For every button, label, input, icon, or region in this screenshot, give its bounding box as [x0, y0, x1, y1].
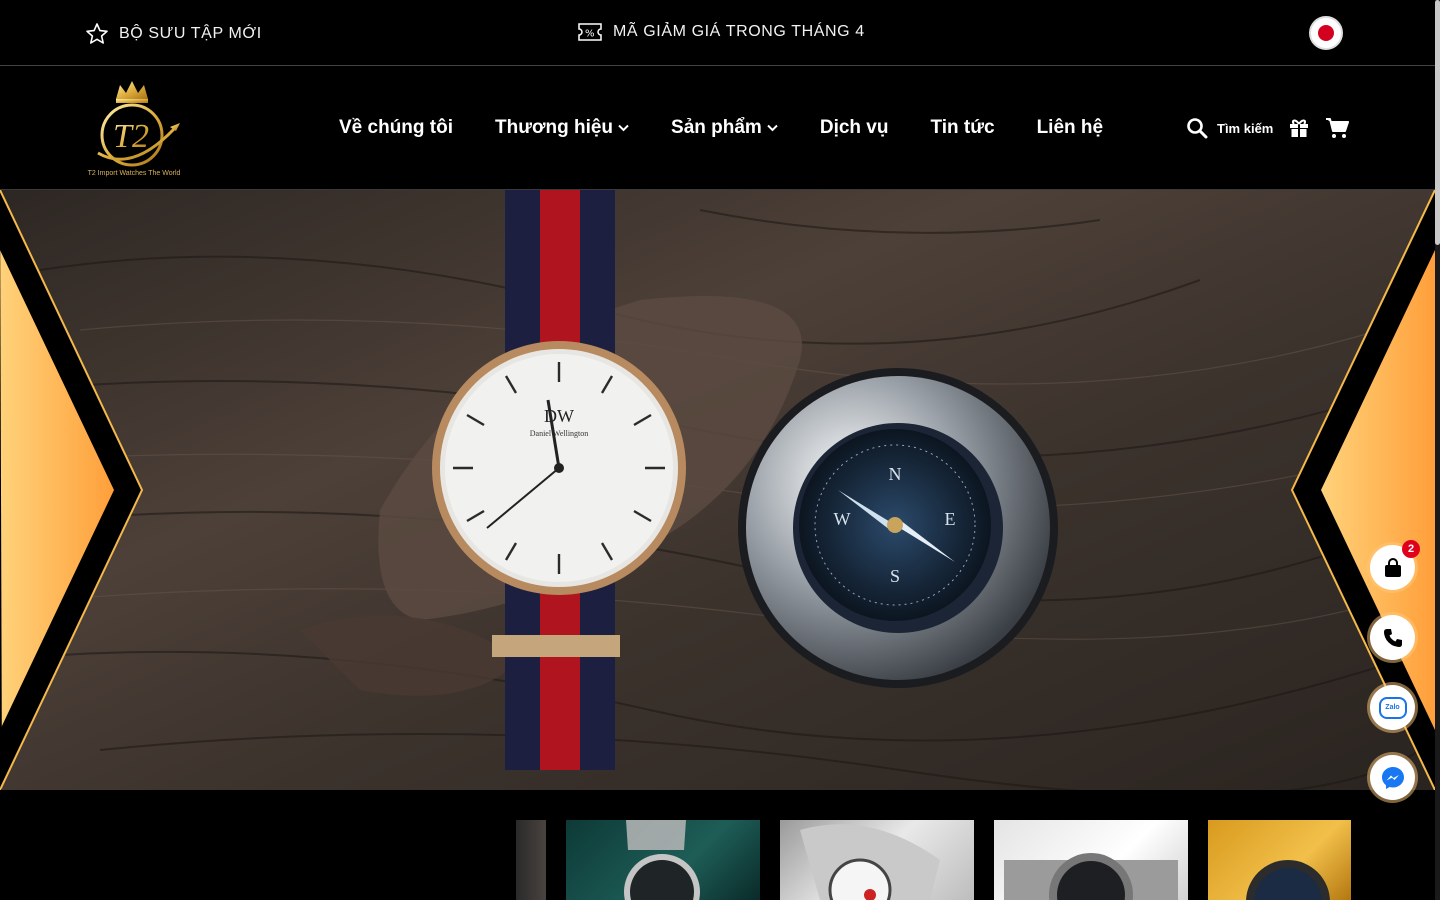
zalo-label: Zalo [1385, 704, 1400, 711]
svg-text:T2: T2 [113, 118, 149, 155]
chevron-down-icon [767, 124, 778, 132]
main-header: T2 T2 Import Watches The World Về chúng … [0, 67, 1440, 190]
hero-image: DW Daniel Wellington N E S W [0, 190, 1435, 790]
nav-about[interactable]: Về chúng tôi [339, 117, 453, 139]
floating-call-button[interactable] [1370, 615, 1415, 660]
watch-image [624, 820, 700, 900]
search-icon[interactable] [1186, 117, 1208, 139]
japan-flag-icon [1318, 25, 1334, 41]
product-thumb-3[interactable] [994, 820, 1188, 900]
compass-e: E [945, 509, 956, 529]
promo-link[interactable]: % MÃ GIẢM GIÁ TRONG THÁNG 4 [577, 22, 865, 42]
nav-products[interactable]: Sản phẩm [671, 117, 778, 139]
search-label[interactable]: Tìm kiếm [1217, 121, 1273, 136]
discount-tag-icon: % [578, 23, 602, 41]
product-thumb-1[interactable] [566, 820, 760, 900]
shopping-cart-icon[interactable] [1325, 117, 1350, 139]
header-tools: Tìm kiếm [1186, 117, 1350, 139]
floating-messenger-button[interactable] [1370, 755, 1415, 800]
nav-products-label: Sản phẩm [671, 117, 762, 138]
nav-services[interactable]: Dịch vụ [820, 117, 889, 139]
language-switcher[interactable] [1309, 16, 1343, 50]
top-bar: BỘ SƯU TẬP MỚI % MÃ GIẢM GIÁ TRONG THÁNG… [0, 0, 1440, 66]
site-logo[interactable]: T2 T2 Import Watches The World [84, 77, 184, 181]
watch-brand-name: Daniel Wellington [530, 429, 589, 438]
compass-n: N [889, 464, 902, 484]
nav-contact[interactable]: Liên hệ [1037, 117, 1104, 139]
nav-news-label: Tin tức [930, 117, 995, 138]
product-thumb-4[interactable] [1208, 820, 1351, 900]
watch-image [1246, 860, 1330, 900]
watch-image [800, 824, 940, 900]
new-collection-label: BỘ SƯU TẬP MỚI [119, 25, 262, 42]
gift-icon[interactable] [1289, 118, 1309, 138]
crown-logo-icon: T2 [97, 81, 180, 167]
main-nav: Về chúng tôi Thương hiệu Sản phẩm Dịch v… [339, 117, 1103, 139]
cart-count-badge: 2 [1402, 540, 1420, 558]
floating-zalo-button[interactable]: Zalo [1370, 685, 1415, 730]
product-thumb-partial[interactable] [516, 820, 546, 900]
nav-news[interactable]: Tin tức [930, 117, 994, 139]
scrollbar-thumb[interactable] [1435, 0, 1440, 245]
hero-banner[interactable]: DW Daniel Wellington N E S W [0, 190, 1435, 790]
nav-services-label: Dịch vụ [819, 117, 889, 138]
nav-brands-label: Thương hiệu [495, 117, 614, 138]
chevron-down-icon [618, 124, 629, 132]
compass-s: S [890, 566, 900, 586]
shopping-bag-icon [1384, 557, 1401, 577]
watch-image [1004, 853, 1178, 900]
svg-text:%: % [585, 29, 595, 40]
phone-icon [1383, 628, 1402, 647]
product-strip [0, 790, 1435, 900]
new-collection-link[interactable]: BỘ SƯU TẬP MỚI [85, 22, 262, 46]
promo-label: MÃ GIẢM GIÁ TRONG THÁNG 4 [613, 23, 865, 40]
logo-tagline: T2 Import Watches The World [87, 170, 181, 177]
star-icon [86, 23, 108, 44]
nav-contact-label: Liên hệ [1036, 117, 1104, 138]
compass-w: W [834, 509, 851, 529]
product-thumb-2[interactable] [780, 820, 974, 900]
nav-brands[interactable]: Thương hiệu [495, 117, 629, 139]
zalo-icon: Zalo [1378, 696, 1407, 719]
nav-about-label: Về chúng tôi [339, 117, 453, 138]
messenger-icon [1381, 766, 1404, 789]
page-scrollbar[interactable] [1435, 0, 1440, 900]
